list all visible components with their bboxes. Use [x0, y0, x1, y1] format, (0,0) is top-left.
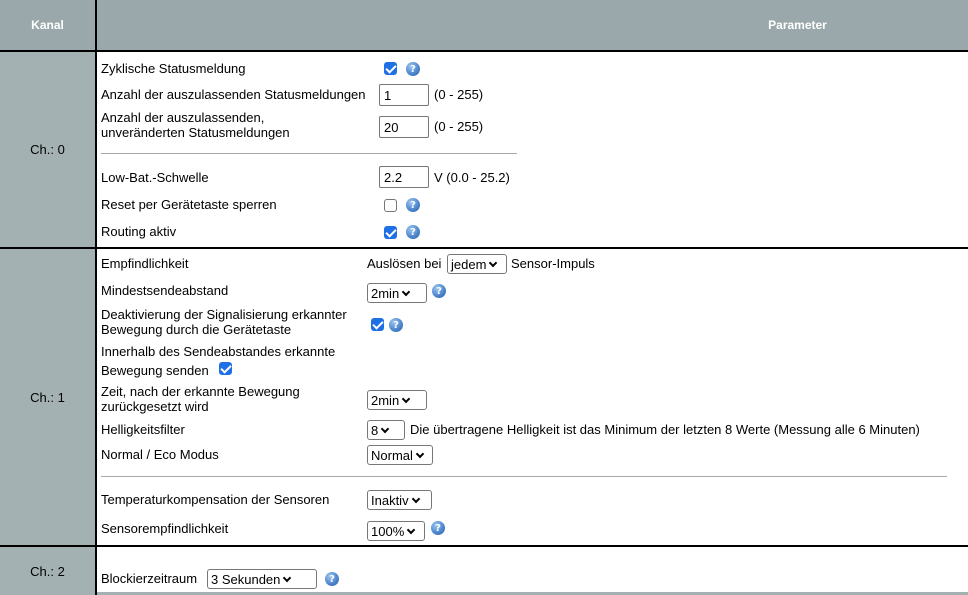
grid-divider-ch1	[0, 545, 968, 547]
chevron-down-icon	[283, 573, 292, 583]
deakt-checkbox[interactable]	[371, 318, 384, 331]
anzahl-range: (0 - 255)	[434, 87, 484, 102]
zeit-select[interactable]: 2min	[367, 390, 427, 410]
unver-range: (0 - 255)	[434, 119, 484, 134]
grid-divider-vertical	[95, 0, 97, 595]
help-icon[interactable]: ?	[406, 225, 420, 239]
empf-select-value: jedem	[451, 257, 487, 272]
header-kanal-label: Kanal	[31, 18, 64, 32]
block-select[interactable]: 3 Sekunden	[207, 569, 317, 589]
chevron-down-icon	[380, 424, 390, 434]
anzahl-label: Anzahl der auszulassenden Statusmeldunge…	[101, 87, 366, 102]
empf-suffix: Sensor-Impuls	[511, 256, 595, 271]
chevron-down-icon	[401, 287, 411, 297]
empf-label: Empfindlichkeit	[101, 256, 189, 271]
zyklisch-label: Zyklische Statusmeldung	[101, 61, 246, 76]
zyklisch-checkbox[interactable]	[384, 62, 397, 75]
channel-cell-1: Ch.: 1	[0, 249, 95, 545]
block-label: Blockierzeitraum	[101, 571, 198, 586]
routing-label: Routing aktiv	[101, 224, 177, 239]
help-icon[interactable]: ?	[432, 284, 446, 298]
chevron-down-icon	[489, 258, 498, 268]
chevron-down-icon	[407, 525, 416, 535]
reset-label: Reset per Gerätetaste sperren	[101, 197, 277, 212]
eco-select-value: Normal	[371, 448, 413, 463]
reset-checkbox[interactable]	[384, 199, 397, 212]
lowbat-range: V (0.0 - 25.2)	[434, 170, 510, 185]
innerhalb-checkbox[interactable]	[219, 362, 232, 375]
routing-checkbox[interactable]	[384, 226, 397, 239]
lowbat-label: Low-Bat.-Schwelle	[101, 170, 209, 185]
empf-prefix: Auslösen bei	[367, 256, 442, 271]
innerhalb-label-line2: Bewegung senden	[101, 363, 209, 378]
mindest-label: Mindestsendeabstand	[101, 283, 229, 298]
deakt-label-line1: Deaktivierung der Signalisierung erkannt…	[101, 307, 347, 322]
zeit-label-line2: zurückgesetzt wird	[101, 399, 209, 414]
help-icon[interactable]: ?	[406, 198, 420, 212]
innerhalb-label-line1: Innerhalb des Sendeabstandes erkannte	[101, 344, 336, 359]
deakt-label-line2: Bewegung durch die Gerätetaste	[101, 322, 292, 337]
eco-label: Normal / Eco Modus	[101, 447, 219, 462]
anzahl-input[interactable]	[379, 84, 429, 106]
section-divider	[101, 476, 947, 477]
help-icon[interactable]: ?	[406, 62, 420, 76]
section-divider	[101, 153, 517, 154]
chevron-down-icon	[401, 394, 411, 404]
channel-label-2: Ch.: 2	[30, 563, 65, 579]
eco-select[interactable]: Normal	[367, 445, 433, 465]
sensor-label: Sensorempfindlichkeit	[101, 521, 229, 536]
temp-label: Temperaturkompensation der Sensoren	[101, 492, 330, 507]
sensor-select[interactable]: 100%	[367, 521, 425, 541]
channel-cell-2: Ch.: 2	[0, 547, 95, 595]
zeit-select-value: 2min	[371, 393, 400, 408]
mindest-select-value: 2min	[371, 286, 400, 301]
lowbat-input[interactable]	[379, 166, 429, 188]
temp-select[interactable]: Inaktiv	[367, 490, 432, 510]
hell-select[interactable]: 8	[367, 420, 405, 440]
unver-label-line2: unveränderten Statusmeldungen	[101, 125, 290, 140]
temp-select-value: Inaktiv	[371, 493, 409, 508]
help-icon[interactable]: ?	[431, 521, 445, 535]
help-icon[interactable]: ?	[389, 318, 403, 332]
chevron-down-icon	[415, 449, 425, 459]
zeit-label-line1: Zeit, nach der erkannte Bewegung	[101, 384, 300, 399]
hell-description: Die übertragene Helligkeit ist das Minim…	[410, 422, 920, 437]
empf-select[interactable]: jedem	[447, 254, 507, 274]
channel-label-1: Ch.: 1	[30, 389, 65, 405]
hell-select-value: 8	[371, 423, 379, 438]
channel-cell-0: Ch.: 0	[0, 52, 95, 247]
channel-label-0: Ch.: 0	[30, 142, 65, 157]
grid-divider-ch0	[0, 247, 968, 249]
chevron-down-icon	[411, 494, 420, 504]
header-kanal: Kanal	[0, 0, 95, 50]
block-select-value: 3 Sekunden	[211, 572, 281, 587]
mindest-select[interactable]: 2min	[367, 283, 427, 303]
hell-label: Helligkeitsfilter	[101, 422, 185, 437]
help-icon[interactable]: ?	[325, 572, 339, 586]
header-parameter-label: Parameter	[768, 18, 827, 32]
unver-label-line1: Anzahl der auszulassenden,	[101, 110, 265, 125]
unver-input[interactable]	[379, 116, 429, 138]
grid-divider-header	[0, 50, 968, 52]
header-parameter: Parameter	[97, 0, 968, 50]
sensor-select-value: 100%	[371, 524, 405, 539]
